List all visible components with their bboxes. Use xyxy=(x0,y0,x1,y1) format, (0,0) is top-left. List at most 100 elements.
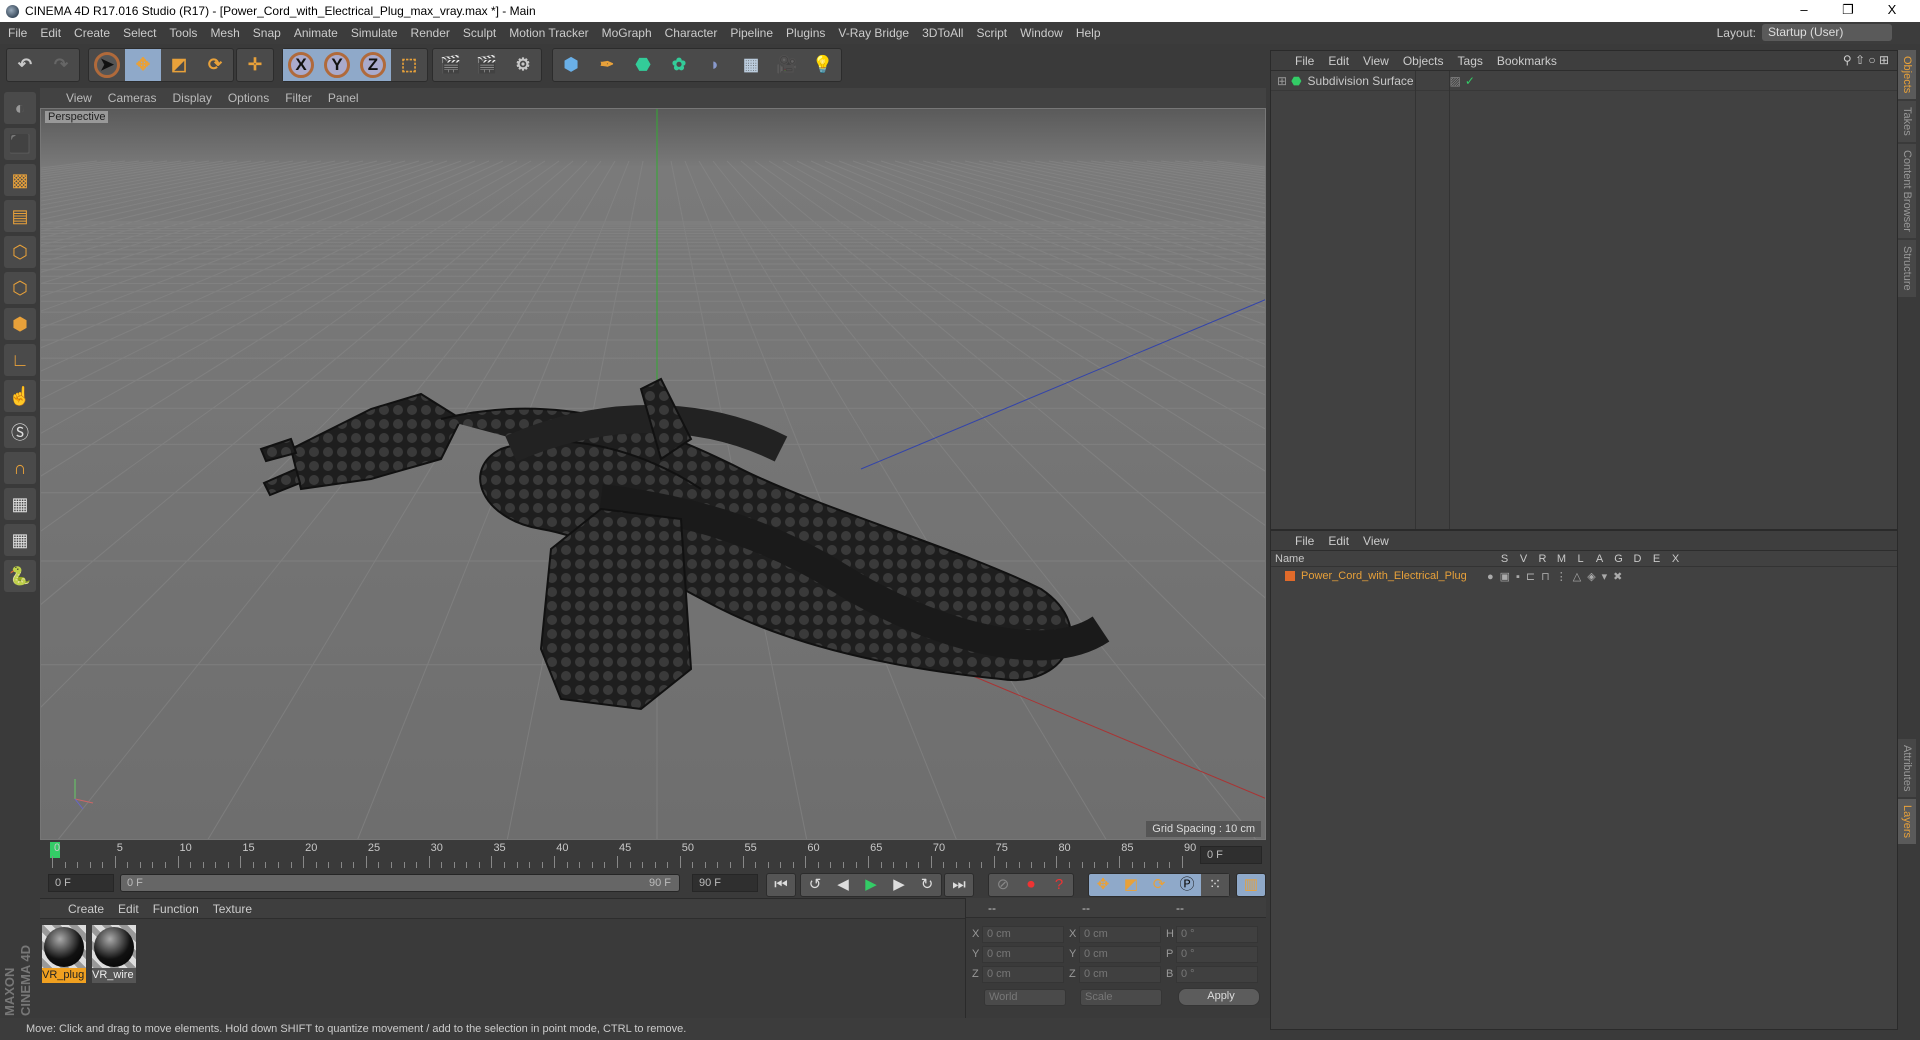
x-axis-button[interactable]: X xyxy=(283,49,319,81)
coord-field[interactable]: 0 cm xyxy=(1079,946,1161,963)
goto-start-button[interactable]: ⏮ xyxy=(767,874,795,896)
material-menu-create[interactable]: Create xyxy=(68,902,104,916)
keyframe-selection-button[interactable]: ? xyxy=(1045,874,1073,896)
coord-field[interactable]: 0 ° xyxy=(1176,946,1258,963)
polygons-mode-icon[interactable]: ⬢ xyxy=(4,308,36,340)
object-menu-objects[interactable]: Objects xyxy=(1403,54,1444,68)
coord-field[interactable]: 0 cm xyxy=(1079,926,1161,943)
object-menu-view[interactable]: View xyxy=(1363,54,1389,68)
coordinate-system-button[interactable]: ⬚ xyxy=(391,49,427,81)
restore-button[interactable]: ❐ xyxy=(1826,0,1870,22)
menu-snap[interactable]: Snap xyxy=(253,26,281,40)
camera-button[interactable]: 🎥 xyxy=(769,49,805,81)
menu-v-ray-bridge[interactable]: V-Ray Bridge xyxy=(838,26,909,40)
grid-icon[interactable]: ▦ xyxy=(4,524,36,556)
undo-button[interactable]: ↶ xyxy=(7,49,43,81)
layer-menu-edit[interactable]: Edit xyxy=(1328,534,1349,548)
menu-window[interactable]: Window xyxy=(1020,26,1063,40)
lock-workplane-icon[interactable]: ▦ xyxy=(4,488,36,520)
model-mode-icon[interactable]: ◐ xyxy=(4,92,36,124)
viewport-menu-cameras[interactable]: Cameras xyxy=(108,91,157,105)
y-axis-button[interactable]: Y xyxy=(319,49,355,81)
magnet-icon[interactable]: ∩ xyxy=(4,452,36,484)
layer-menu-view[interactable]: View xyxy=(1363,534,1389,548)
close-button[interactable]: X xyxy=(1870,0,1914,22)
material-menu-texture[interactable]: Texture xyxy=(213,902,252,916)
prev-frame-button[interactable]: ◀ xyxy=(829,874,857,896)
autokey-button[interactable]: ⏺ xyxy=(1017,874,1045,896)
menu-motion-tracker[interactable]: Motion Tracker xyxy=(509,26,588,40)
render-view-button[interactable]: 🎬 xyxy=(433,49,469,81)
menu-script[interactable]: Script xyxy=(976,26,1007,40)
scale-tool-button[interactable]: ◩ xyxy=(161,49,197,81)
next-key-button[interactable]: ↻ xyxy=(913,874,941,896)
menu-pipeline[interactable]: Pipeline xyxy=(730,26,773,40)
rotate-tool-button[interactable]: ⟳ xyxy=(197,49,233,81)
object-menu-file[interactable]: File xyxy=(1295,54,1314,68)
z-axis-button[interactable]: Z xyxy=(355,49,391,81)
menu-file[interactable]: File xyxy=(8,26,27,40)
expand-icon[interactable]: ⊞ xyxy=(1277,74,1287,88)
viewport-menu-filter[interactable]: Filter xyxy=(285,91,312,105)
menu-render[interactable]: Render xyxy=(411,26,450,40)
coord-system-dropdown[interactable]: World xyxy=(984,989,1066,1006)
pen-button[interactable]: ✒ xyxy=(589,49,625,81)
transform-button[interactable]: ✛ xyxy=(237,49,273,81)
timeline-ruler[interactable]: 0 5 10 15 20 25 30 35 40 45 50 55 60 65 70 75 80 85 90 0 F xyxy=(40,840,1266,870)
coord-field[interactable]: 0 cm xyxy=(1079,966,1161,983)
snap-icon[interactable]: Ⓢ xyxy=(4,416,36,448)
timeline-button[interactable]: ▥ xyxy=(1237,874,1265,896)
menu-simulate[interactable]: Simulate xyxy=(351,26,398,40)
side-tab-layers[interactable]: Layers xyxy=(1898,799,1916,845)
key-pla-button[interactable]: ⁙ xyxy=(1201,874,1229,896)
menu-tools[interactable]: Tools xyxy=(169,26,197,40)
viewport-menu-options[interactable]: Options xyxy=(228,91,269,105)
play-button[interactable]: ▶ xyxy=(857,874,885,896)
coord-field[interactable]: 0 ° xyxy=(1176,926,1258,943)
cloner-button[interactable]: ✿ xyxy=(661,49,697,81)
goto-end-button[interactable]: ⏭ xyxy=(945,874,973,896)
viewport-menu-view[interactable]: View xyxy=(66,91,92,105)
key-parameter-button[interactable]: Ⓟ xyxy=(1173,874,1201,896)
size-mode-dropdown[interactable]: Scale xyxy=(1080,989,1162,1006)
layer-color-swatch[interactable] xyxy=(1285,571,1295,581)
side-tab-content-browser[interactable]: Content Browser xyxy=(1898,144,1916,238)
object-menu-bookmarks[interactable]: Bookmarks xyxy=(1497,54,1557,68)
layer-flag-icons[interactable]: ●▣▪⊏⊓⋮△◈▾✖ xyxy=(1487,570,1628,583)
viewport-perspective[interactable]: Perspective Grid Spacing : 10 cm ✥ ⇕ ⟲ ▢ xyxy=(40,108,1266,840)
menu-3dtoall[interactable]: 3DToAll xyxy=(922,26,963,40)
axis-mode-icon[interactable]: ∟ xyxy=(4,344,36,376)
menu-character[interactable]: Character xyxy=(665,26,718,40)
material-swatch[interactable]: VR_wire xyxy=(92,925,136,983)
deformer-button[interactable]: ◗ xyxy=(697,49,733,81)
minimize-button[interactable]: – xyxy=(1782,0,1826,22)
menu-mograph[interactable]: MoGraph xyxy=(602,26,652,40)
layout-dropdown[interactable]: Startup (User) xyxy=(1762,24,1892,41)
viewport-menu-display[interactable]: Display xyxy=(172,91,211,105)
points-mode-icon[interactable]: ⬡ xyxy=(4,236,36,268)
menu-sculpt[interactable]: Sculpt xyxy=(463,26,496,40)
material-menu-edit[interactable]: Edit xyxy=(118,902,139,916)
record-off-button[interactable]: ⊘ xyxy=(989,874,1017,896)
light-button[interactable]: 💡 xyxy=(805,49,841,81)
frame-range-slider[interactable]: 0 F 90 F xyxy=(120,874,680,892)
render-picture-viewer-button[interactable]: 🎬 xyxy=(469,49,505,81)
viewport-menu-panel[interactable]: Panel xyxy=(328,91,359,105)
menu-help[interactable]: Help xyxy=(1076,26,1101,40)
coord-field[interactable]: 0 cm xyxy=(982,946,1064,963)
object-mode-icon[interactable]: ⬛ xyxy=(4,128,36,160)
menu-edit[interactable]: Edit xyxy=(40,26,61,40)
workplane-icon[interactable]: ▤ xyxy=(4,200,36,232)
coord-field[interactable]: 0 cm xyxy=(982,926,1064,943)
menu-mesh[interactable]: Mesh xyxy=(210,26,239,40)
material-menu-function[interactable]: Function xyxy=(153,902,199,916)
texture-mode-icon[interactable]: ▩ xyxy=(4,164,36,196)
object-menu-edit[interactable]: Edit xyxy=(1328,54,1349,68)
key-position-button[interactable]: ✥ xyxy=(1089,874,1117,896)
edges-mode-icon[interactable]: ⬡ xyxy=(4,272,36,304)
layer-row[interactable]: Power_Cord_with_Electrical_Plug ●▣▪⊏⊓⋮△◈… xyxy=(1271,567,1897,585)
side-tab-objects[interactable]: Objects xyxy=(1898,50,1916,100)
side-tab-structure[interactable]: Structure xyxy=(1898,239,1916,297)
key-scale-button[interactable]: ◩ xyxy=(1117,874,1145,896)
layer-menu-file[interactable]: File xyxy=(1295,534,1314,548)
